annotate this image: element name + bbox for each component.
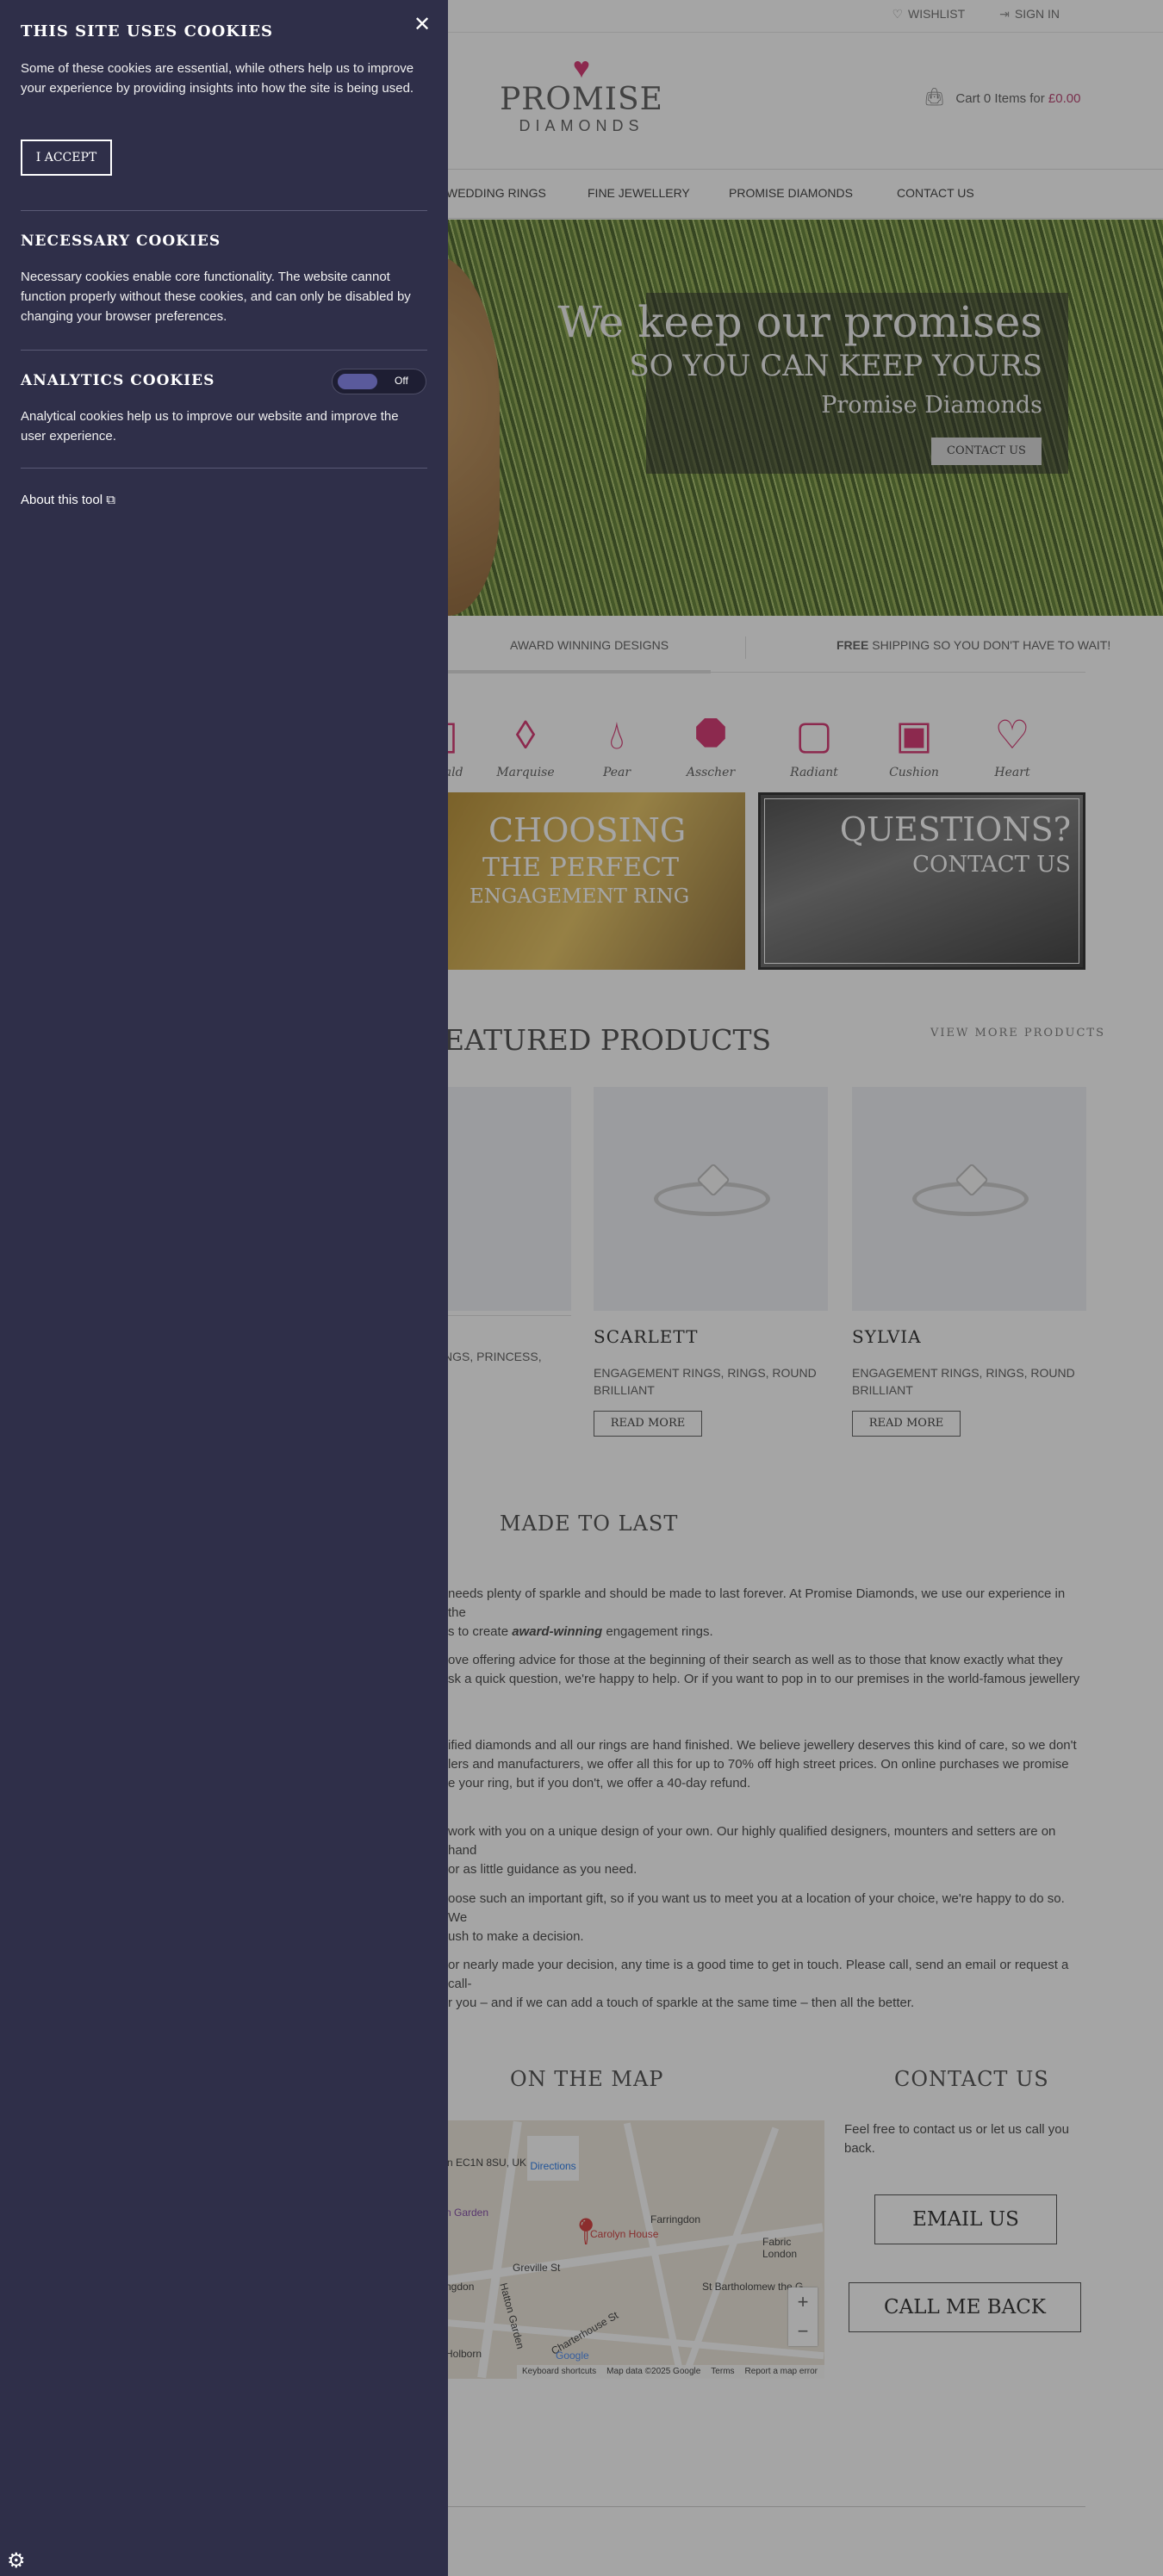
accept-cookies-button[interactable]: I ACCEPT	[21, 140, 112, 176]
divider	[21, 210, 427, 211]
about-tool-link[interactable]: About this tool ⧉	[21, 493, 115, 507]
gear-icon: ⚙	[7, 2549, 26, 2573]
necessary-cookies-text: Necessary cookies enable core functional…	[21, 270, 411, 324]
close-icon[interactable]: ✕	[414, 12, 431, 37]
external-link-icon: ⧉	[106, 493, 115, 507]
cookie-settings-tab[interactable]: ⚙	[0, 2509, 69, 2576]
cookie-intro: Some of these cookies are essential, whi…	[21, 61, 414, 96]
analytics-cookies-title: ANALYTICS COOKIES	[21, 372, 215, 389]
divider	[21, 350, 427, 351]
analytics-toggle[interactable]: Off	[332, 369, 426, 394]
divider	[21, 468, 427, 469]
necessary-cookies-title: NECESSARY COOKIES	[21, 233, 221, 250]
cookie-consent-panel: ✕ THIS SITE USES COOKIES Some of these c…	[0, 0, 448, 2576]
analytics-cookies-text: Analytical cookies help us to improve ou…	[21, 409, 399, 444]
cookie-title: THIS SITE USES COOKIES	[21, 22, 274, 40]
